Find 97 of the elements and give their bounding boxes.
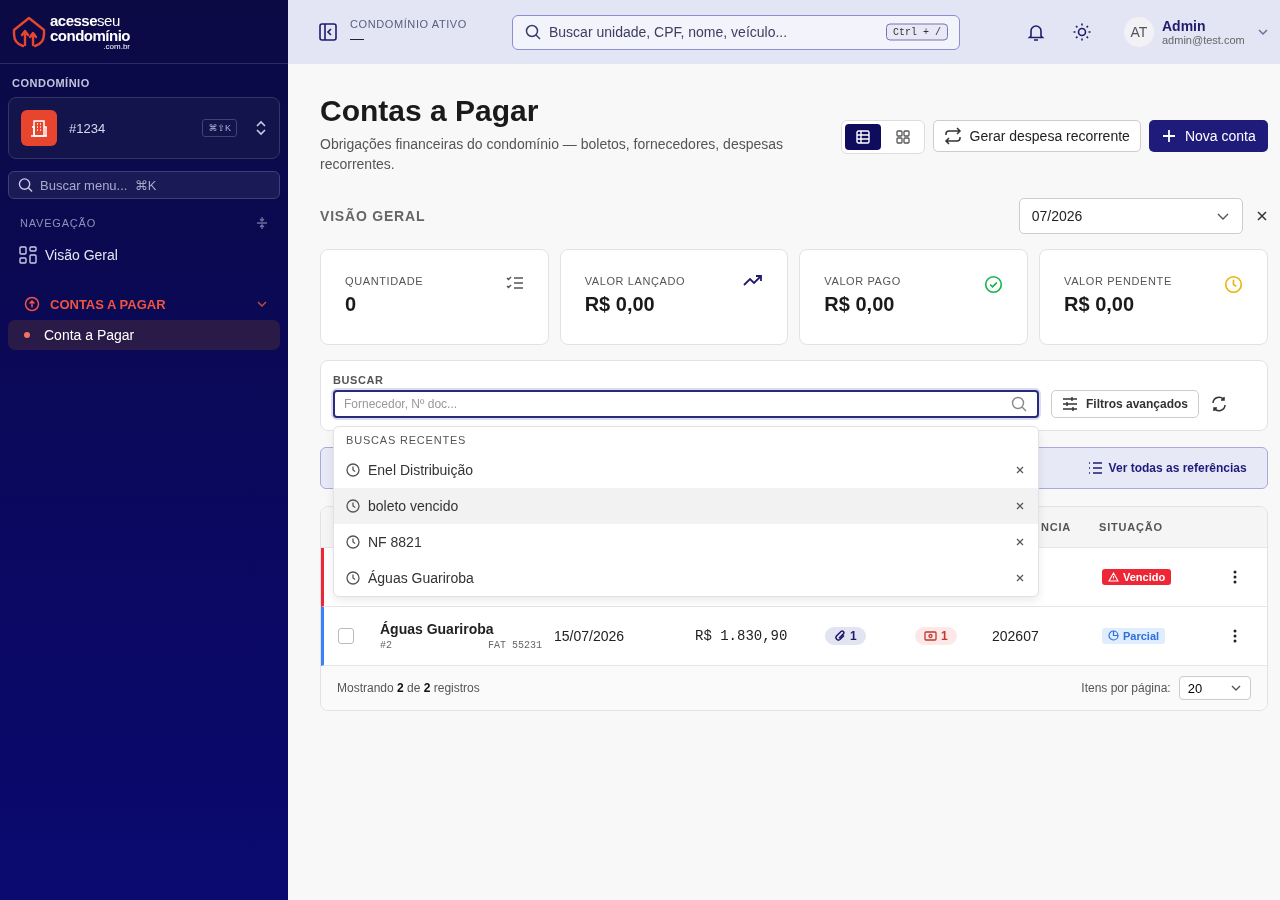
table-icon: [855, 130, 870, 144]
status-badge: Parcial: [1102, 627, 1166, 644]
pie-chart-icon: [1108, 630, 1119, 641]
house-logo-icon: [12, 14, 46, 49]
column-header: SITUAÇÃO: [1099, 521, 1163, 533]
paperclip-icon: [834, 629, 846, 642]
page-subtitle: Obrigações financeiras do condomínio — boletos, fornecedores, despesas recorrentes.: [320, 135, 785, 174]
remove-icon[interactable]: [1016, 574, 1024, 582]
new-account-button[interactable]: Nova conta: [1148, 120, 1268, 152]
user-name: Admin: [1162, 18, 1207, 34]
sidebar-toggle-icon[interactable]: [318, 22, 338, 42]
record-count: Mostrando 2 de 2 registros: [337, 681, 481, 695]
logo-domain: .com.br: [103, 42, 130, 51]
condominium-selector[interactable]: #1234 ⌘⇧K: [8, 97, 280, 159]
menu-search-field[interactable]: Buscar menu... ⌘K: [8, 171, 280, 199]
nav-subitem[interactable]: Conta a Pagar: [8, 320, 280, 350]
trending-up-icon: [743, 275, 764, 287]
search-icon: [525, 24, 541, 40]
remove-icon[interactable]: [1016, 502, 1024, 510]
stat-label: QUANTIDADE: [345, 275, 424, 287]
clock-icon: [1223, 275, 1243, 294]
logo-wordmark-line: condomínio: [50, 27, 130, 43]
section-label: CONDOMÍNIO: [12, 77, 91, 89]
grid-icon: [895, 130, 910, 144]
bullet-icon: [24, 332, 30, 338]
plus-icon: [1160, 128, 1177, 144]
refresh-icon[interactable]: [1211, 396, 1228, 412]
clock-icon: [346, 571, 360, 585]
check-circle-icon: [984, 275, 1003, 294]
more-options-icon[interactable]: [1232, 629, 1237, 643]
sliders-icon: [1062, 397, 1078, 411]
column-header: NCIA: [1041, 521, 1073, 533]
sun-icon[interactable]: [1072, 22, 1092, 42]
record-number: #2: [380, 640, 392, 651]
stat-value: 0: [345, 293, 358, 316]
stat-value: R$ 0,00: [1064, 293, 1136, 316]
stat-value: R$ 0,00: [824, 293, 896, 316]
advanced-filters-button[interactable]: Filtros avançados: [1051, 390, 1200, 418]
repeat-icon: [943, 127, 962, 145]
arrow-up-circle-icon: [24, 296, 40, 312]
amount: R$ 1.830,90: [694, 628, 789, 644]
condominium-code: #1234: [69, 120, 107, 136]
search-label: BUSCAR: [333, 374, 385, 386]
logo-wordmark: acesseseu: [50, 12, 121, 28]
reference: 202607: [991, 628, 1040, 644]
active-condominium-label: CONDOMÍNIO ATIVO: [350, 18, 468, 30]
user-email: admin@test.com: [1162, 34, 1245, 46]
per-page-label: Itens por página:: [1081, 681, 1171, 695]
banknote-icon: [924, 631, 937, 641]
checklist-icon: [505, 275, 524, 291]
chevron-up-down-icon: [255, 120, 267, 136]
user-avatar[interactable]: AT: [1124, 17, 1154, 47]
shortcut-hint: ⌘⇧K: [202, 119, 237, 137]
notification-bell-icon[interactable]: [1026, 22, 1046, 42]
due-date: 15/07/2026: [553, 628, 626, 644]
bank-slip-badge[interactable]: 1: [915, 627, 957, 645]
nav-group-header[interactable]: CONTAS A PAGAR: [8, 272, 280, 320]
search-field[interactable]: Fornecedor, Nº doc...: [333, 390, 1039, 418]
stat-label: VALOR PAGO: [824, 275, 901, 287]
remove-icon[interactable]: [1016, 466, 1024, 474]
navigation-label: NAVEGAÇÃO: [20, 217, 97, 229]
warning-icon: [1108, 572, 1119, 582]
shortcut-hint: Ctrl + /: [886, 23, 948, 41]
chevron-down-icon[interactable]: [1256, 26, 1269, 38]
per-page-select[interactable]: 20: [1178, 676, 1251, 700]
active-condominium-value: —: [350, 30, 365, 46]
search-icon: [1011, 396, 1027, 412]
dashboard-icon: [19, 246, 37, 264]
clock-icon: [346, 499, 360, 513]
status-badge: Vencido: [1102, 569, 1172, 585]
stat-label: VALOR LANÇADO: [584, 275, 686, 287]
recent-searches-label: BUSCAS RECENTES: [345, 434, 468, 448]
stat-label: VALOR PENDENTE: [1064, 275, 1172, 287]
remove-icon[interactable]: [1016, 538, 1024, 546]
clock-icon: [346, 463, 360, 477]
supplier-name: Águas Guariroba: [380, 621, 495, 637]
recent-search-item[interactable]: Enel Distribuição: [334, 452, 1038, 488]
list-icon: [1087, 462, 1103, 474]
nav-item[interactable]: Visão Geral: [8, 238, 280, 272]
table-view-button[interactable]: [844, 124, 881, 150]
collapse-icon[interactable]: [256, 216, 268, 230]
search-icon: [18, 177, 33, 193]
more-options-icon[interactable]: [1232, 570, 1237, 584]
recent-search-item[interactable]: boleto vencido: [334, 488, 1038, 524]
document-number: FAT 55231: [488, 640, 542, 651]
page-title: Contas a Pagar: [320, 94, 540, 128]
row-checkbox[interactable]: [338, 628, 354, 644]
view-all-references-link[interactable]: Ver todas as referências: [1081, 460, 1253, 476]
period-select[interactable]: 07/2026: [1018, 198, 1243, 234]
stat-value: R$ 0,00: [584, 293, 656, 316]
section-label: VISÃO GERAL: [320, 208, 427, 224]
recent-search-item[interactable]: Águas Guariroba: [334, 560, 1038, 596]
clock-icon: [346, 535, 360, 549]
close-icon[interactable]: [1255, 210, 1268, 222]
building-icon: [21, 110, 57, 146]
attachments-badge[interactable]: 1: [825, 626, 866, 645]
recurring-expense-button[interactable]: Gerar despesa recorrente: [932, 120, 1141, 152]
